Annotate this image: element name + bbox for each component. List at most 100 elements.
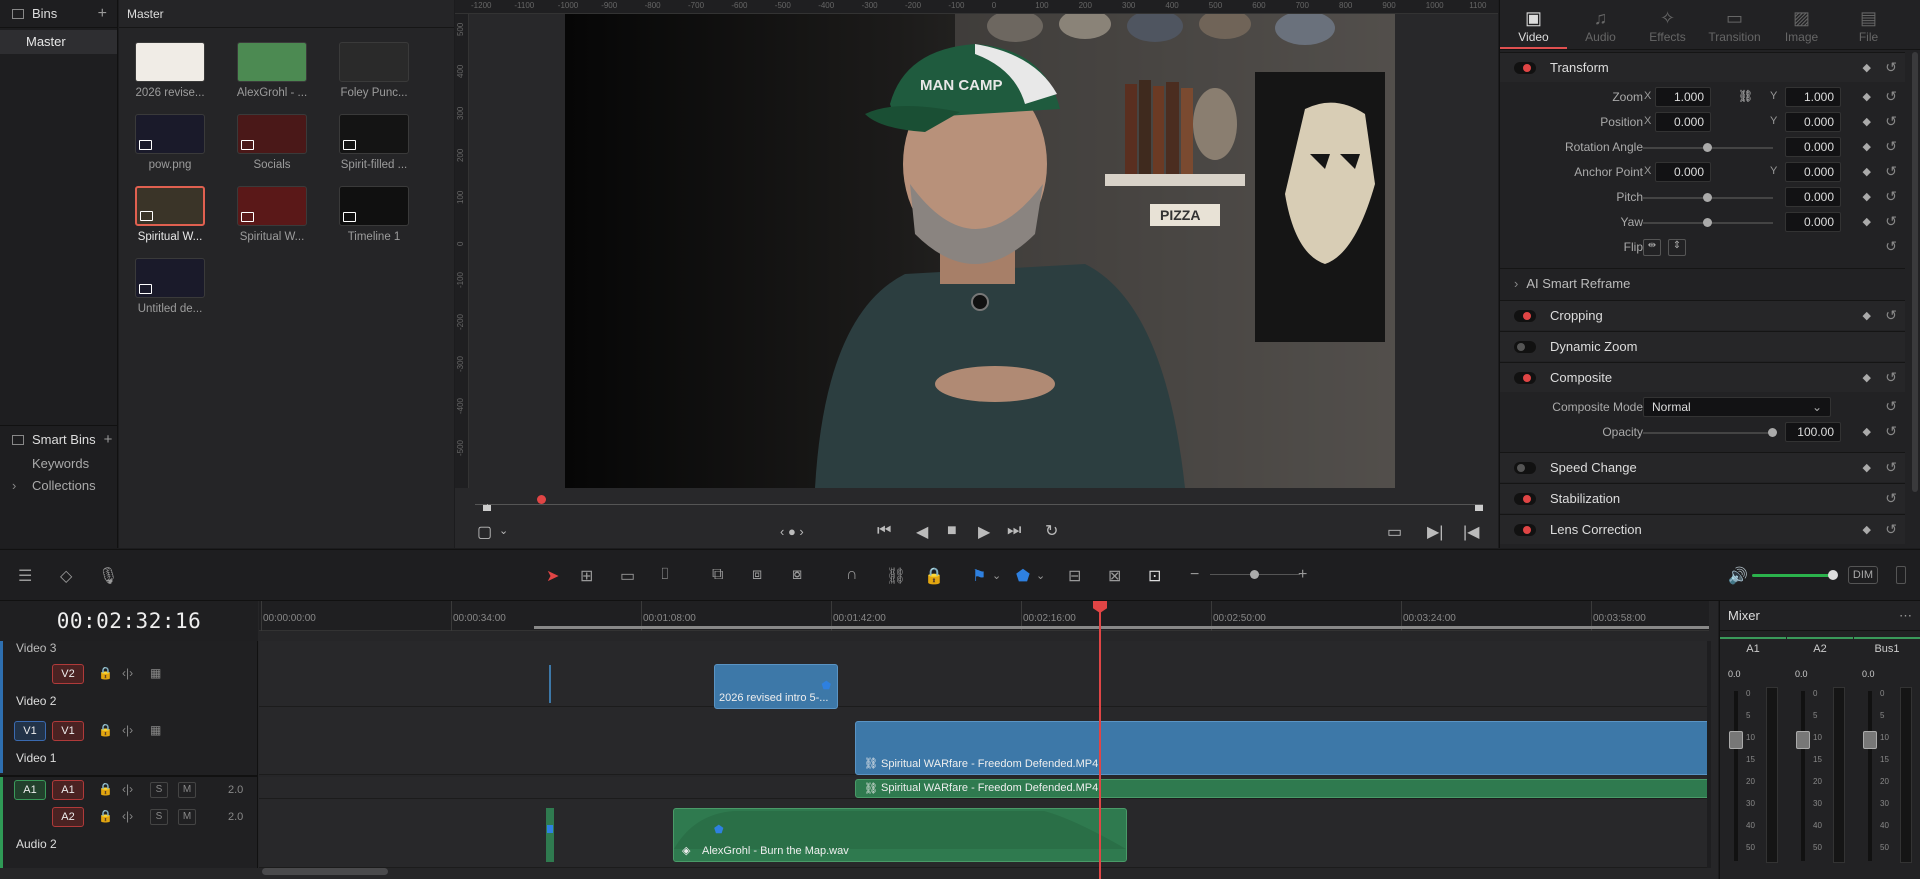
reset-icon[interactable]: ↺ xyxy=(1885,238,1897,255)
keyframe-icon[interactable]: ◆ xyxy=(1863,140,1871,153)
play-icon[interactable]: ▶ xyxy=(978,522,990,542)
flag-icon[interactable]: ⚑ xyxy=(972,566,986,586)
media-pool-clip[interactable]: 2026 revise... xyxy=(125,42,215,99)
master-volume-slider[interactable] xyxy=(1752,570,1838,580)
tab-audio[interactable]: ♫ Audio xyxy=(1567,0,1634,49)
lens-correction-toggle[interactable] xyxy=(1514,523,1536,536)
insert-clip-icon[interactable]: ⧉ xyxy=(712,566,723,584)
media-pool-clip[interactable]: AlexGrohl - ... xyxy=(227,42,317,99)
mixer-fader-knob[interactable] xyxy=(1863,731,1877,749)
dim-button[interactable]: DIM xyxy=(1848,566,1878,584)
anchor-y-field[interactable]: 0.000 xyxy=(1785,162,1841,182)
position-lock-icon[interactable]: 🔒 xyxy=(924,566,944,586)
yaw-field[interactable]: 0.000 xyxy=(1785,212,1841,232)
media-pool-clip[interactable]: Timeline 1 xyxy=(329,186,419,243)
track-a1-badge[interactable]: A1 xyxy=(52,780,84,800)
composite-section-header[interactable]: Composite ◆ ↺ xyxy=(1500,362,1905,392)
link-icon[interactable]: ⛓ xyxy=(1738,89,1753,103)
reset-icon[interactable]: ↺ xyxy=(1885,307,1897,324)
chevron-right-icon[interactable]: › xyxy=(12,475,16,497)
zoom-y-field[interactable]: 1.000 xyxy=(1785,87,1841,107)
scrubber-start-marker[interactable] xyxy=(483,505,491,511)
dynamic-trim-icon[interactable]: ▭ xyxy=(620,566,635,586)
mixer-fader-track[interactable] xyxy=(1734,691,1738,861)
smart-bins-toggle-icon[interactable] xyxy=(12,434,24,445)
lane-video2[interactable] xyxy=(259,641,1709,707)
selection-tool-icon[interactable]: ➤ xyxy=(546,566,559,586)
video-frame[interactable]: PIZZA MAN CAMP xyxy=(565,14,1395,488)
voiceover-mic-icon[interactable]: 🎙 xyxy=(98,566,118,586)
mixer-fader-knob[interactable] xyxy=(1796,731,1810,749)
flip-horizontal-button[interactable]: ⇹ xyxy=(1643,239,1661,256)
marker-icon[interactable]: ⬟ xyxy=(821,679,831,692)
media-pool-clip[interactable]: Foley Punc... xyxy=(329,42,419,99)
video-edit-mark[interactable] xyxy=(549,665,551,703)
zoom-out-icon[interactable]: − xyxy=(1190,566,1199,584)
audio-edit-mark[interactable] xyxy=(546,808,554,862)
replace-clip-icon[interactable]: ⧇ xyxy=(792,566,802,584)
keyframe-icon[interactable]: ◆ xyxy=(1863,190,1871,203)
reset-icon[interactable]: ↺ xyxy=(1885,59,1897,76)
reset-icon[interactable]: ↺ xyxy=(1885,398,1897,415)
meter-toggle-icon[interactable] xyxy=(1896,566,1906,584)
transform-section-header[interactable]: Transform ◆ ↺ xyxy=(1500,52,1905,82)
cropping-toggle[interactable] xyxy=(1514,309,1536,322)
composite-mode-select[interactable]: Normal ⌄ xyxy=(1643,397,1831,417)
rotation-slider[interactable] xyxy=(1643,143,1773,152)
media-pool-clip[interactable]: Spiritual W... xyxy=(125,186,215,243)
reset-icon[interactable]: ↺ xyxy=(1885,163,1897,180)
zoom-detail-icon[interactable]: ⊠ xyxy=(1108,566,1121,586)
more-options-icon[interactable]: ⋯ xyxy=(1899,608,1912,624)
media-pool-clip[interactable]: Socials xyxy=(227,114,317,171)
lock-icon[interactable]: 🔒 xyxy=(98,666,113,680)
stop-icon[interactable]: ■ xyxy=(947,522,957,540)
play-reverse-icon[interactable]: ◀ xyxy=(916,522,928,542)
lock-icon[interactable]: 🔒 xyxy=(98,809,113,823)
bin-master[interactable]: Master xyxy=(0,30,117,54)
timecode-display[interactable]: 00:02:32:16 xyxy=(0,601,258,641)
track-v1-badge[interactable]: V1 xyxy=(52,721,84,741)
timeline-zoom-knob[interactable] xyxy=(1250,570,1259,579)
reset-icon[interactable]: ↺ xyxy=(1885,88,1897,105)
reset-icon[interactable]: ↺ xyxy=(1885,490,1897,507)
keyframe-icon[interactable]: ◆ xyxy=(1863,115,1871,128)
pitch-slider[interactable] xyxy=(1643,193,1773,202)
match-frame-icon[interactable]: ▭ xyxy=(1387,522,1402,542)
yaw-slider-knob[interactable] xyxy=(1703,218,1712,227)
auto-select-icon[interactable]: ‹|› xyxy=(122,782,133,796)
cropping-section-header[interactable]: Cropping ◆ ↺ xyxy=(1500,300,1905,330)
skip-to-end-icon[interactable]: ⏭ xyxy=(1007,522,1021,540)
reset-icon[interactable]: ↺ xyxy=(1885,423,1897,440)
flip-vertical-button[interactable]: ⇕ xyxy=(1668,239,1686,256)
viewer-scrubber[interactable] xyxy=(475,495,1483,511)
anchor-x-field[interactable]: 0.000 xyxy=(1655,162,1711,182)
auto-select-icon[interactable]: ‹|› xyxy=(122,723,133,737)
skip-to-start-icon[interactable]: ⏮ xyxy=(877,522,891,540)
reset-icon[interactable]: ↺ xyxy=(1885,213,1897,230)
keyframe-icon[interactable]: ◆ xyxy=(1863,523,1871,536)
stabilization-toggle[interactable] xyxy=(1514,492,1536,505)
audio-track-icon[interactable]: ◇ xyxy=(60,566,72,586)
tab-file[interactable]: ▤ File xyxy=(1835,0,1902,49)
viewer-zoom-dropdown-icon[interactable]: ⌄ xyxy=(499,524,508,537)
timeline-zoom-slider[interactable] xyxy=(1210,570,1300,579)
viewer-zoom-icon[interactable]: ▢ xyxy=(477,522,492,542)
next-edit-icon[interactable]: ▶| xyxy=(1427,522,1443,542)
zoom-custom-icon[interactable]: ⊡ xyxy=(1148,566,1161,586)
media-pool-clip[interactable]: Untitled de... xyxy=(125,258,215,315)
timeline-tracks[interactable]: 2026 revised intro 5-... ⬟ ⛓ Spiritual W… xyxy=(259,641,1711,868)
reset-icon[interactable]: ↺ xyxy=(1885,369,1897,386)
keyframe-icon[interactable]: ◆ xyxy=(1863,425,1871,438)
dynamic-zoom-toggle[interactable] xyxy=(1514,340,1536,353)
position-y-field[interactable]: 0.000 xyxy=(1785,112,1841,132)
reset-icon[interactable]: ↺ xyxy=(1885,188,1897,205)
keyframe-icon[interactable]: ◆ xyxy=(1863,309,1871,322)
mute-button[interactable]: M xyxy=(178,809,196,825)
speed-change-toggle[interactable] xyxy=(1514,461,1536,474)
mixer-fader-knob[interactable] xyxy=(1729,731,1743,749)
ai-smart-reframe-header[interactable]: › AI Smart Reframe xyxy=(1500,268,1905,298)
dynamic-zoom-section-header[interactable]: Dynamic Zoom xyxy=(1500,331,1905,361)
keyframe-icon[interactable]: ◆ xyxy=(1863,215,1871,228)
zoom-full-icon[interactable]: ⊟ xyxy=(1068,566,1081,586)
keyframe-icon[interactable]: ◆ xyxy=(1863,165,1871,178)
